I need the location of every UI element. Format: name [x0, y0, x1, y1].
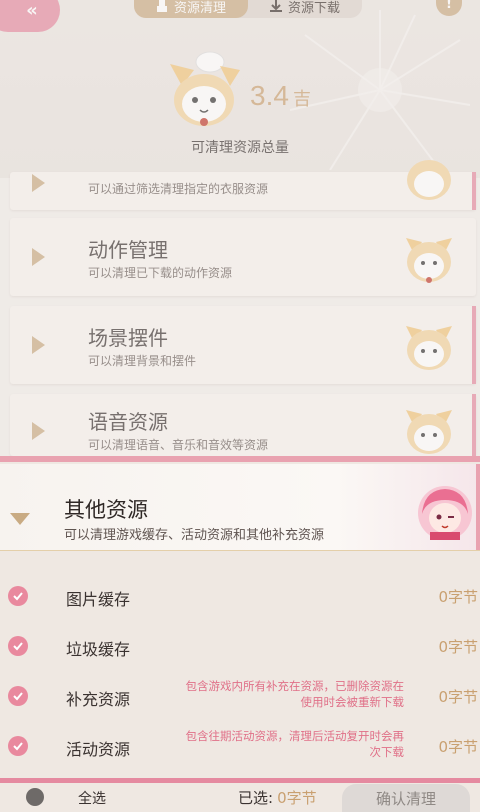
category-title: 场景摆件 [88, 326, 168, 350]
category-title: 语音资源 [88, 410, 168, 434]
resource-row-image-cache[interactable]: 图片缓存 0字节 [0, 574, 480, 620]
check-icon [13, 742, 23, 751]
select-all-radio[interactable] [26, 788, 44, 806]
exclamation-icon: ! [446, 0, 452, 12]
panel-accent-bar [476, 464, 480, 550]
resource-size: 0字节 [438, 588, 478, 606]
cat-mascot-icon [406, 326, 452, 370]
card-accent-bar [472, 172, 476, 210]
cat-mascot-icon [407, 160, 451, 200]
resource-name: 补充资源 [66, 690, 131, 709]
category-desc: 可以清理已下载的动作资源 [88, 266, 233, 280]
select-all-label[interactable]: 全选 [78, 788, 106, 808]
broom-icon [156, 0, 167, 12]
checkbox-checked[interactable] [8, 586, 28, 606]
tab-label: 资源清理 [173, 0, 226, 16]
card-accent-bar [472, 306, 476, 384]
footer-accent-line [0, 778, 480, 783]
resource-name: 垃圾缓存 [66, 640, 131, 659]
category-desc: 可以清理背景和摆件 [88, 354, 197, 368]
panel-desc: 可以清理游戏缓存、活动资源和其他补充资源 [64, 528, 325, 543]
resource-name: 活动资源 [66, 740, 131, 759]
expand-arrow-icon [32, 336, 45, 354]
sheet-top-accent [0, 456, 480, 462]
checkbox-checked[interactable] [8, 736, 28, 756]
check-icon [13, 592, 23, 601]
back-button[interactable]: « [0, 0, 60, 32]
card-accent-bar [472, 394, 476, 456]
category-title: 动作管理 [88, 238, 168, 262]
expand-arrow-icon [32, 174, 45, 192]
check-icon [13, 642, 23, 651]
resource-row-event[interactable]: 活动资源 包含往期活动资源，清理后活动复开时会再次下载 0字节 [0, 724, 480, 770]
resource-note: 包含游戏内所有补充在资源，已删除资源在使用时会被重新下载 [185, 679, 405, 709]
total-value-number: 3.4 [250, 80, 289, 111]
checkbox-checked[interactable] [8, 686, 28, 706]
resource-name: 图片缓存 [66, 590, 131, 609]
total-cleanable-value: 3.4 吉 [250, 80, 311, 112]
resource-note: 包含往期活动资源，清理后活动复开时会再次下载 [185, 729, 405, 759]
tab-bar: 资源清理 资源下载 [134, 0, 362, 18]
tab-resource-download[interactable]: 资源下载 [248, 0, 362, 18]
category-card-clothes[interactable]: 可以通过筛选清理指定的衣服资源 [10, 160, 476, 210]
category-card-motion[interactable]: 动作管理 可以清理已下载的动作资源 [10, 218, 476, 296]
expand-arrow-icon [32, 422, 45, 440]
double-chevron-left-icon: « [26, 0, 37, 21]
resource-size: 0字节 [438, 638, 478, 656]
total-value-unit: 吉 [292, 89, 311, 109]
footer-bar: 全选 已选: 0字节 确认清理 [0, 778, 480, 812]
tab-label: 资源下载 [287, 0, 340, 16]
cat-mascot-icon [406, 238, 452, 283]
category-card-scene[interactable]: 场景摆件 可以清理背景和摆件 [10, 306, 476, 384]
resource-row-garbage-cache[interactable]: 垃圾缓存 0字节 [0, 624, 480, 670]
selected-summary: 已选: 0字节 [238, 787, 317, 808]
collapse-arrow-icon [10, 513, 30, 525]
pink-hair-girl-avatar-icon [418, 486, 472, 540]
cat-mascot-icon [406, 410, 452, 454]
category-desc: 可以通过筛选清理指定的衣服资源 [88, 182, 269, 196]
tab-resource-cleanup[interactable]: 资源清理 [134, 0, 248, 18]
other-resources-header[interactable]: 其他资源 可以清理游戏缓存、活动资源和其他补充资源 [0, 464, 480, 550]
expand-arrow-icon [32, 248, 45, 266]
resource-size: 0字节 [438, 738, 478, 756]
cat-mascot-icon [170, 51, 240, 126]
selected-label: 已选: [238, 789, 274, 807]
checkbox-checked[interactable] [8, 636, 28, 656]
selected-value: 0字节 [277, 789, 317, 807]
resource-size: 0字节 [438, 688, 478, 706]
resource-row-supplement[interactable]: 补充资源 包含游戏内所有补充在资源，已删除资源在使用时会被重新下载 0字节 [0, 674, 480, 720]
category-card-voice[interactable]: 语音资源 可以清理语音、音乐和音效等资源 [10, 394, 476, 456]
check-icon [13, 692, 23, 701]
panel-divider [0, 550, 480, 551]
download-icon [269, 0, 282, 12]
confirm-cleanup-button[interactable]: 确认清理 [342, 784, 470, 812]
panel-title: 其他资源 [64, 498, 148, 522]
category-desc: 可以清理语音、音乐和音效等资源 [88, 438, 269, 452]
resource-cleanup-screen: « 资源清理 资源下载 ! 3.4 吉 可清理资源总量 可以通过筛选清理指定的衣… [0, 0, 480, 812]
other-resources-sheet: 其他资源 可以清理游戏缓存、活动资源和其他补充资源 图片缓存 0字节 垃圾缓存 … [0, 456, 480, 812]
